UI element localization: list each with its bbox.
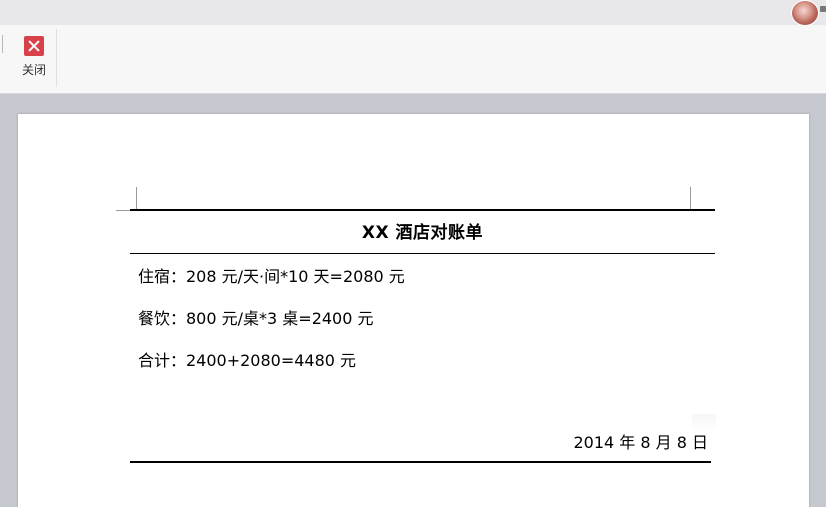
document-date: 2014 年 8 月 8 日 xyxy=(573,433,708,452)
close-icon xyxy=(24,36,44,56)
document-page[interactable]: XX 酒店对账单 住宿：208 元/天·间*10 天=2080 元 餐饮：800… xyxy=(18,114,809,507)
header-rule xyxy=(130,209,715,211)
close-button[interactable]: 关闭 xyxy=(12,33,56,83)
window-top-bar xyxy=(0,0,826,26)
dining-line: 餐饮：800 元/桌*3 桌=2400 元 xyxy=(138,309,374,328)
toolbar: 关闭 xyxy=(0,25,826,94)
close-button-label: 关闭 xyxy=(21,63,46,77)
user-avatar[interactable] xyxy=(791,0,819,26)
margin-corner-mark-left xyxy=(136,187,137,211)
footer-rule xyxy=(130,461,711,463)
toolbar-separator xyxy=(56,29,57,87)
title-underline xyxy=(130,253,715,254)
total-line: 合计：2400+2080=4480 元 xyxy=(138,351,357,370)
toolbar-edge-divider xyxy=(0,35,3,53)
margin-corner-mark-right xyxy=(690,187,691,211)
document-title: XX 酒店对账单 xyxy=(361,223,484,243)
overflow-indicator xyxy=(820,6,826,12)
lodging-line: 住宿：208 元/天·间*10 天=2080 元 xyxy=(138,267,405,286)
